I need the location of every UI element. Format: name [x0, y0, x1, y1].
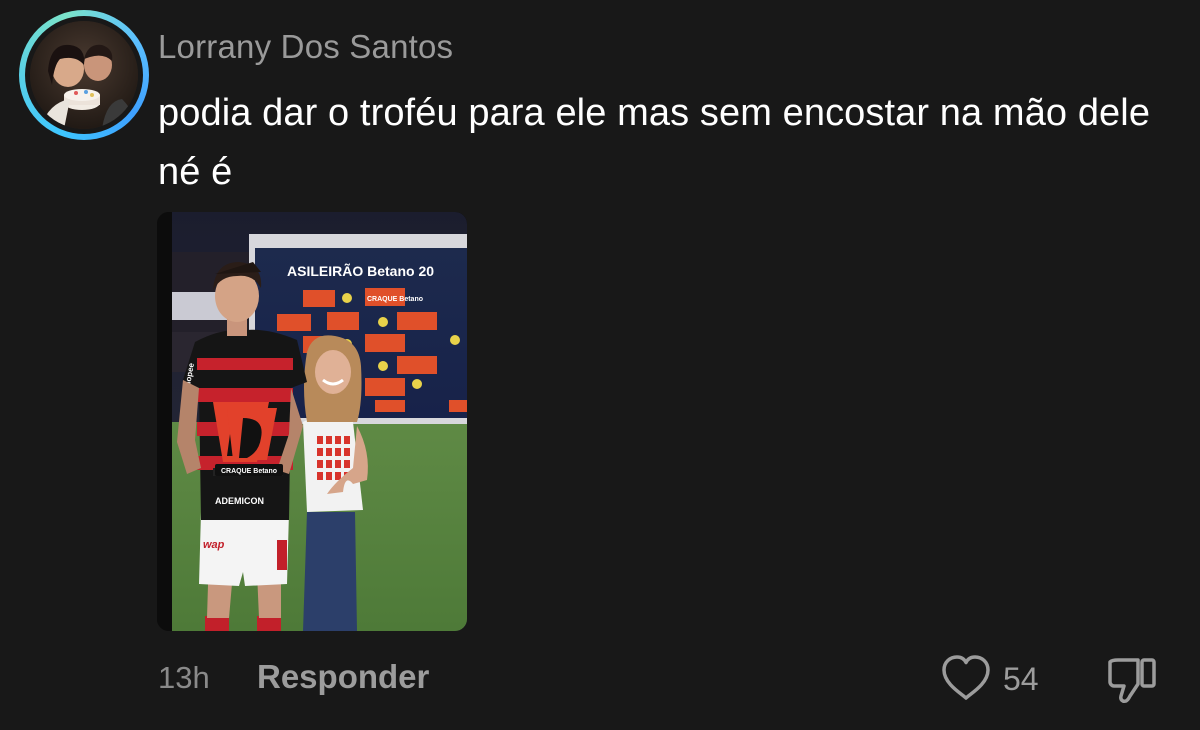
- thumbs-down-outline-icon: [1108, 658, 1156, 703]
- heart-outline-icon: [942, 655, 990, 700]
- avatar[interactable]: [30, 21, 138, 129]
- board-title: ASILEIRÃO Betano 20: [287, 262, 434, 279]
- sponsor-tile-label: CRAQUE Betano: [367, 296, 423, 303]
- shorts-sponsor: wap: [203, 539, 225, 551]
- dislike-button[interactable]: [1106, 654, 1160, 704]
- trophy-label: CRAQUE Betano: [221, 468, 277, 475]
- like-count: 54: [1003, 661, 1039, 697]
- comment-author[interactable]: Lorrany Dos Santos: [158, 28, 453, 66]
- jersey-sponsor: ADEMICON: [215, 496, 264, 506]
- comment-text: podia dar o troféu para ele mas sem enco…: [158, 92, 1151, 193]
- comment-item: Lorrany Dos Santos podia dar o troféu pa…: [0, 0, 1200, 730]
- reply-button[interactable]: Responder: [257, 658, 429, 696]
- avatar-story-ring[interactable]: [19, 10, 149, 140]
- comment-timestamp: 13h: [158, 660, 210, 695]
- comment-attachment-photo[interactable]: ASILEIRÃO Betano 20 CRAQUE Betano wap AD…: [157, 212, 467, 631]
- like-button[interactable]: [940, 654, 992, 702]
